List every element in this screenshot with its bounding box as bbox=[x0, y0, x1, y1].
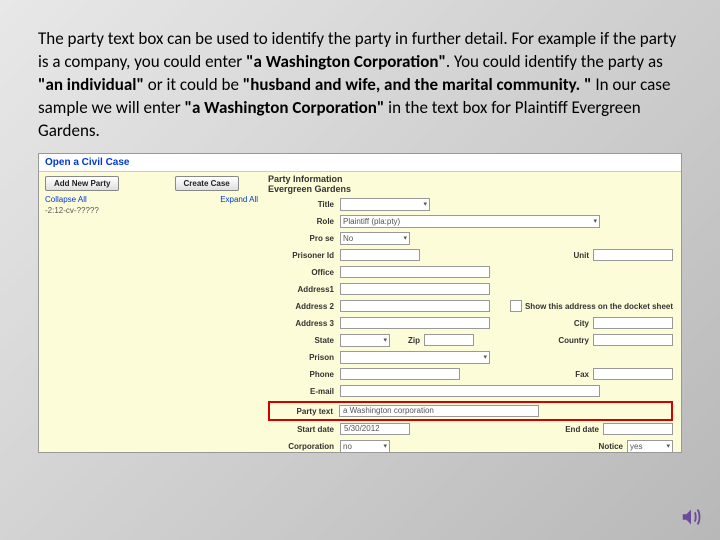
prose-label: Pro se bbox=[268, 234, 340, 243]
instr-b3: "husband and wife, and the marital commu… bbox=[243, 74, 592, 95]
party-name-header: Evergreen Gardens bbox=[268, 184, 673, 194]
partytext-label: Party text bbox=[271, 407, 339, 416]
case-number: -2:12-cv-????? bbox=[45, 206, 258, 215]
title-label: Title bbox=[268, 200, 340, 209]
notice-select[interactable]: yes bbox=[627, 440, 673, 453]
instr-b4: "a Washington Corporation" bbox=[184, 97, 384, 118]
addr1-label: Address1 bbox=[268, 285, 340, 294]
prison-label: Prison bbox=[268, 353, 340, 362]
start-input[interactable]: 5/30/2012 bbox=[340, 423, 410, 435]
form-panel: Party Information Evergreen Gardens Titl… bbox=[264, 172, 681, 452]
partytext-input[interactable]: a Washington corporation bbox=[339, 405, 539, 417]
office-input[interactable] bbox=[340, 266, 490, 278]
app-title: Open a Civil Case bbox=[39, 154, 681, 172]
fax-label: Fax bbox=[549, 370, 593, 379]
show-docket-checkbox[interactable] bbox=[510, 300, 522, 312]
collapse-all-link[interactable]: Collapse All bbox=[45, 195, 87, 204]
app-window: Open a Civil Case Add New Party Create C… bbox=[38, 153, 682, 453]
instr-t3: or it could be bbox=[144, 74, 243, 95]
city-label: City bbox=[549, 319, 593, 328]
email-label: E-mail bbox=[268, 387, 340, 396]
create-case-button[interactable]: Create Case bbox=[175, 176, 239, 191]
left-column: Add New Party Create Case Collapse All E… bbox=[39, 172, 264, 452]
prisoner-input[interactable] bbox=[340, 249, 420, 261]
unit-input[interactable] bbox=[593, 249, 673, 261]
speaker-icon bbox=[680, 506, 702, 528]
corp-label: Corporation bbox=[268, 442, 340, 451]
state-select[interactable] bbox=[340, 334, 390, 347]
end-label: End date bbox=[547, 425, 603, 434]
office-label: Office bbox=[268, 268, 340, 277]
zip-label: Zip bbox=[390, 336, 424, 345]
addr2-input[interactable] bbox=[340, 300, 490, 312]
state-label: State bbox=[268, 336, 340, 345]
city-input[interactable] bbox=[593, 317, 673, 329]
addr2-label: Address 2 bbox=[268, 302, 340, 311]
notice-label: Notice bbox=[577, 442, 627, 451]
prose-select[interactable]: No bbox=[340, 232, 410, 245]
phone-input[interactable] bbox=[340, 368, 460, 380]
start-label: Start date bbox=[268, 425, 340, 434]
instruction-paragraph: The party text box can be used to identi… bbox=[38, 28, 682, 143]
expand-all-link[interactable]: Expand All bbox=[220, 195, 258, 204]
add-new-party-button[interactable]: Add New Party bbox=[45, 176, 119, 191]
role-select[interactable]: Plaintiff (pla:pty) bbox=[340, 215, 600, 228]
role-label: Role bbox=[268, 217, 340, 226]
addr3-input[interactable] bbox=[340, 317, 490, 329]
section-header: Party Information Evergreen Gardens bbox=[268, 174, 673, 195]
country-label: Country bbox=[543, 336, 593, 345]
prison-select[interactable] bbox=[340, 351, 490, 364]
instr-b2: "an individual" bbox=[38, 74, 144, 95]
end-input[interactable] bbox=[603, 423, 673, 435]
unit-label: Unit bbox=[549, 251, 593, 260]
instr-b1: "a Washington Corporation" bbox=[246, 51, 446, 72]
party-info-header: Party Information bbox=[268, 174, 673, 184]
show-docket-label: Show this address on the docket sheet bbox=[525, 302, 673, 311]
title-select[interactable] bbox=[340, 198, 430, 211]
fax-input[interactable] bbox=[593, 368, 673, 380]
instr-t2: . You could identify the party as bbox=[446, 51, 663, 72]
phone-label: Phone bbox=[268, 370, 340, 379]
zip-input[interactable] bbox=[424, 334, 474, 346]
addr1-input[interactable] bbox=[340, 283, 490, 295]
addr3-label: Address 3 bbox=[268, 319, 340, 328]
country-input[interactable] bbox=[593, 334, 673, 346]
party-text-highlight: Party text a Washington corporation bbox=[268, 401, 673, 421]
corp-select[interactable]: no bbox=[340, 440, 390, 453]
email-input[interactable] bbox=[340, 385, 600, 397]
prisoner-label: Prisoner Id bbox=[268, 251, 340, 260]
